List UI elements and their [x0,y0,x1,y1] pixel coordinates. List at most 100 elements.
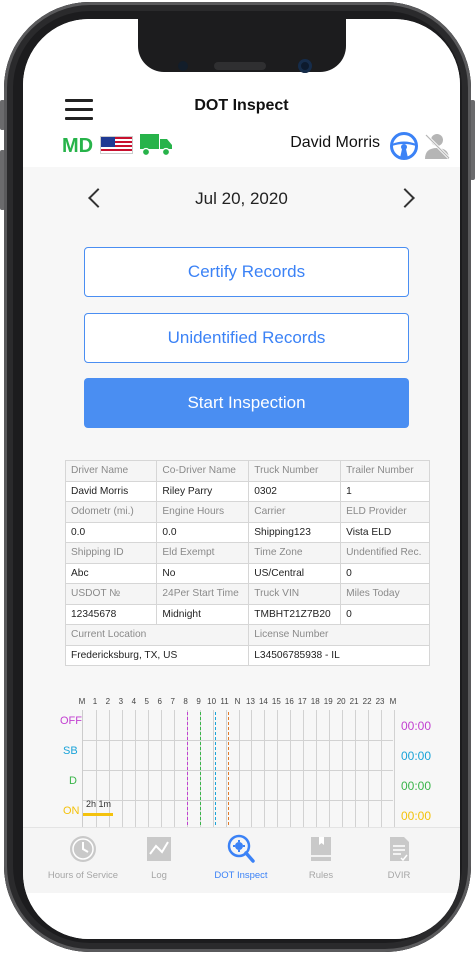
hour-label: 20 [336,697,346,706]
table-value: Vista ELD [340,521,430,543]
clock-icon [68,834,98,864]
bottom-tab-bar: Hours of Service Log DOT Inspect Rules D… [23,827,460,893]
table-value: Fredericksburg, TX, US [64,644,250,666]
table-value: Abc [64,562,158,584]
table-value: US/Central [248,562,342,584]
main-content: Jul 20, 2020 Certify Records Unidentifie… [23,167,460,830]
table-value: Riley Parry [156,480,250,502]
hour-label: 14 [258,697,268,706]
table-value-row: David Morris Riley Parry 0302 1 [64,480,430,502]
table-value-row: Fredericksburg, TX, US L34506785938 - IL [64,644,430,666]
hour-label: 16 [284,697,294,706]
hour-label: 17 [297,697,307,706]
table-label: Carrier [248,501,342,523]
log-grid: 2h 1m [82,710,395,830]
table-value: Midnight [156,603,250,625]
table-label: Driver Name [64,460,158,482]
table-value: Shipping123 [248,521,342,543]
unidentified-records-button[interactable]: Unidentified Records [84,313,409,363]
steering-wheel-icon[interactable] [389,131,419,161]
hour-label: 19 [323,697,333,706]
status-label-sb: SB [63,745,78,757]
tab-hours-of-service[interactable]: Hours of Service [43,834,123,881]
tab-label: DVIR [387,870,411,881]
hour-label: 4 [131,697,137,706]
on-duty-bar [83,813,113,816]
table-label: 24Per Start Time [156,583,250,605]
status-time-d: 00:00 [401,779,432,793]
hour-label: 21 [349,697,359,706]
tab-rules[interactable]: Rules [281,834,361,881]
hour-label: M [389,697,397,706]
table-value: TMBHT21Z7B20 [248,603,342,625]
table-label: Engine Hours [156,501,250,523]
tab-label: Rules [308,870,334,881]
table-label-row: Current Location License Number [64,624,430,646]
phone-notch [138,19,346,73]
tab-dvir[interactable]: DVIR [359,834,439,881]
truck-icon [139,131,173,157]
table-value-row: Abc No US/Central 0 [64,562,430,584]
hour-axis: M 1 2 3 4 5 6 7 8 9 10 11 N 13 14 15 16 17 18 19 20 21 22 23 M [23,697,460,709]
table-label: Co-Driver Name [156,460,250,482]
table-value-row: 0.0 0.0 Shipping123 Vista ELD [64,521,430,543]
phone-screen: DOT Inspect MD David Morris Jul 20, 2020… [23,19,460,939]
hour-label: 1 [92,697,98,706]
table-label-row: Driver Name Co-Driver Name Truck Number … [64,460,430,482]
table-label-row: Odometr (mi.) Engine Hours Carrier ELD P… [64,501,430,523]
table-value: 12345678 [64,603,158,625]
table-label: Current Location [64,624,250,646]
table-label: Truck Number [248,460,342,482]
grid-line [83,740,393,741]
hour-label: 11 [220,697,229,706]
event-marker [200,712,202,830]
tab-label: Log [151,870,167,881]
driver-info-table: Driver Name Co-Driver Name Truck Number … [64,460,430,666]
hour-label: 9 [196,697,201,706]
certify-records-button[interactable]: Certify Records [84,247,409,297]
hour-label: M [78,697,86,706]
status-time-on: 00:00 [401,809,432,823]
hour-label: 22 [362,697,372,706]
table-value: 1 [340,480,430,502]
page-title: DOT Inspect [194,97,289,114]
hour-label: 7 [170,697,175,706]
start-inspection-button[interactable]: Start Inspection [84,378,409,428]
home-indicator-area [23,893,460,939]
phone-frame: DOT Inspect MD David Morris Jul 20, 2020… [4,2,471,952]
table-label: Truck VIN [248,583,342,605]
table-value: 0302 [248,480,342,502]
document-icon [384,834,414,864]
hour-label: 18 [310,697,320,706]
table-value: 0 [340,603,430,625]
tab-label: Hours of Service [47,870,119,881]
table-label: Eld Exempt [156,542,250,564]
tab-log[interactable]: Log [119,834,199,881]
table-value: 0 [340,562,430,584]
table-value: 0.0 [64,521,158,543]
table-label: Miles Today [340,583,430,605]
table-label: ELD Provider [340,501,430,523]
status-time-sb: 00:00 [401,749,432,763]
log-graph: M 1 2 3 4 5 6 7 8 9 10 11 N 13 14 15 16 17 18 19 20 21 22 23 M 2… [23,697,460,830]
table-label-row: Shipping ID Eld Exempt Time Zone Undenti… [64,542,430,564]
dot-inspect-icon [226,834,256,864]
status-label-on: ON [63,805,80,817]
table-label: Shipping ID [64,542,158,564]
co-driver-icon[interactable] [422,131,452,161]
hour-label: 2 [105,697,111,706]
on-duty-total: 2h 1m [86,799,112,809]
table-label-row: USDOT № 24Per Start Time Truck VIN Miles… [64,583,430,605]
date-navigator: Jul 20, 2020 [23,187,460,213]
event-marker [227,712,229,830]
status-label-off: OFF [60,715,82,727]
event-marker [187,712,189,830]
hour-label: N [234,697,241,706]
current-date: Jul 20, 2020 [195,189,288,208]
tab-label: DOT Inspect [214,870,268,881]
hour-label: 10 [207,697,217,706]
table-value: David Morris [64,480,158,502]
tab-dot-inspect[interactable]: DOT Inspect [201,834,281,881]
table-label: Trailer Number [340,460,430,482]
table-label: Time Zone [248,542,342,564]
